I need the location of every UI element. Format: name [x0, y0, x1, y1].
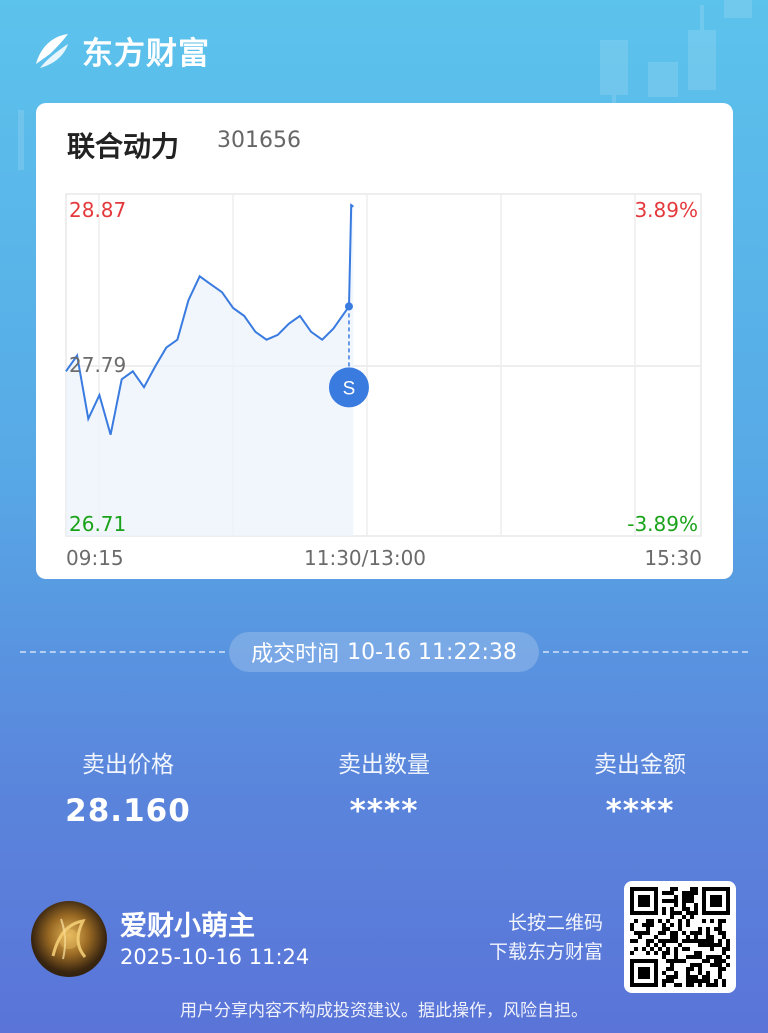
- qr-code[interactable]: [624, 881, 736, 993]
- y-axis-low: 26.71: [69, 512, 127, 536]
- trade-time-label: 成交时间: [251, 642, 340, 667]
- sell-price-stat: 卖出价格 28.160: [28, 745, 228, 829]
- decor-candle: [600, 40, 628, 95]
- sell-price-label: 卖出价格: [82, 752, 174, 778]
- y-axis-mid: 27.79: [69, 353, 127, 377]
- sell-amount-label: 卖出金额: [594, 752, 686, 778]
- sell-qty-label: 卖出数量: [338, 752, 430, 778]
- decor-candle: [724, 0, 752, 18]
- x-axis-mid: 11:30/13:00: [304, 546, 427, 570]
- share-time: 2025-10-16 11:24: [120, 945, 310, 969]
- decor-candle: [688, 30, 716, 90]
- download-prompt-line2: 下载东方财富: [488, 941, 603, 963]
- pct-axis-high: 3.89%: [634, 198, 698, 222]
- marker-dot: [344, 302, 353, 311]
- sell-amount-stat: 卖出金额 ****: [540, 745, 740, 829]
- brand-logo: 东方财富: [30, 28, 210, 73]
- download-prompt: 长按二维码 下载东方财富: [489, 909, 603, 967]
- sell-price-value: 28.160: [65, 793, 191, 829]
- x-axis-end: 15:30: [644, 546, 702, 570]
- pct-axis-low: -3.89%: [627, 512, 698, 536]
- disclaimer: 用户分享内容不构成投资建议。据此操作，风险自担。: [180, 1001, 588, 1021]
- decor-candle: [18, 110, 24, 170]
- qr-code-image: [630, 887, 730, 987]
- decor-candle: [648, 62, 678, 97]
- intraday-chart[interactable]: S: [36, 103, 733, 579]
- avatar[interactable]: [31, 901, 107, 977]
- trade-time-pill: 成交时间 10-16 11:22:38: [229, 632, 539, 672]
- decor-candle: [700, 5, 704, 30]
- sell-amount-value: ****: [605, 793, 675, 829]
- trade-time-value: 10-16 11:22:38: [347, 639, 517, 665]
- divider-left: [20, 651, 225, 653]
- sell-marker-label: S: [343, 378, 356, 399]
- download-prompt-line1: 长按二维码: [507, 912, 603, 934]
- sell-qty-stat: 卖出数量 ****: [284, 745, 484, 829]
- x-axis-start: 09:15: [66, 546, 124, 570]
- brand-logo-icon: [36, 33, 68, 68]
- y-axis-high: 28.87: [69, 198, 127, 222]
- divider-right: [543, 651, 748, 653]
- stock-chart-card[interactable]: 联合动力 301656 S 28.87 27.79 26.71 3.89% -3…: [36, 103, 733, 579]
- sell-qty-value: ****: [349, 793, 419, 829]
- user-name: 爱财小萌主: [120, 911, 255, 942]
- avatar-image: [51, 918, 87, 960]
- brand-name: 东方财富: [82, 36, 210, 72]
